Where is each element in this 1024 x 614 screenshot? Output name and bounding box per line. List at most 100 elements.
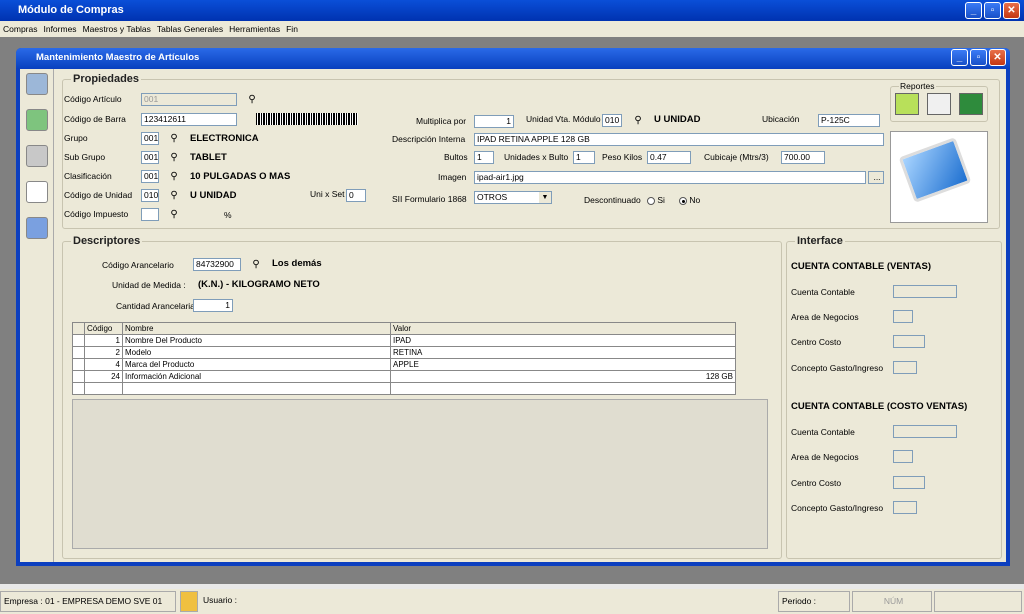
menu-fin[interactable]: Fin — [286, 21, 298, 37]
excel-icon[interactable] — [959, 93, 983, 115]
menu-herramientas[interactable]: Herramientas — [229, 21, 280, 37]
radio-si[interactable] — [647, 196, 655, 205]
cell-codigo[interactable]: 24 — [84, 370, 123, 383]
ventas-cuenta-input[interactable] — [893, 285, 957, 298]
column-header-codigo[interactable]: Código — [84, 322, 123, 335]
binoculars-icon[interactable]: ⚲ — [166, 151, 182, 164]
costo-area-input[interactable] — [893, 450, 913, 463]
dialog-minimize-button[interactable]: _ — [951, 49, 968, 66]
cell-codigo[interactable]: 1 — [84, 334, 123, 347]
peso-input[interactable]: 0.47 — [647, 151, 691, 164]
costo-concepto-input[interactable] — [893, 501, 917, 514]
unidad-vta-code-input[interactable]: 010 — [602, 114, 622, 127]
print-icon[interactable] — [26, 145, 48, 167]
table-row[interactable]: 24 Información Adicional 128 GB — [72, 370, 736, 383]
desc-interna-input[interactable]: IPAD RETINA APPLE 128 GB — [474, 133, 884, 146]
articulos-dialog: Mantenimiento Maestro de Artículos _ ▫ ✕… — [16, 48, 1010, 566]
table-row[interactable]: 4 Marca del Producto APPLE — [72, 358, 736, 371]
cell-valor[interactable]: RETINA — [390, 346, 736, 359]
arancelario-input[interactable]: 84732900 — [193, 258, 241, 271]
uni-set-input[interactable]: 0 — [346, 189, 366, 202]
grupo-code-input[interactable]: 001 — [141, 132, 159, 145]
ventas-area-input[interactable] — [893, 310, 913, 323]
ventas-centro-label: Centro Costo — [791, 337, 842, 347]
close-button[interactable]: ✕ — [1003, 2, 1020, 19]
clasificacion-label: Clasificación — [64, 171, 112, 181]
maximize-button[interactable]: ▫ — [984, 2, 1001, 19]
table-row[interactable]: 2 Modelo RETINA — [72, 346, 736, 359]
bultos-input[interactable]: 1 — [474, 151, 494, 164]
cubicaje-input[interactable]: 700.00 — [781, 151, 825, 164]
cell-nombre[interactable]: Marca del Producto — [122, 358, 391, 371]
minimize-button[interactable]: _ — [965, 2, 982, 19]
radio-no[interactable] — [679, 196, 687, 205]
ubicacion-input[interactable]: P-125C — [818, 114, 880, 127]
cell-valor[interactable]: 128 GB — [390, 370, 736, 383]
sii-select[interactable]: OTROS ▼ — [474, 191, 552, 204]
cell-codigo[interactable]: 2 — [84, 346, 123, 359]
cell-nombre[interactable]: Nombre Del Producto — [122, 334, 391, 347]
dialog-title: Mantenimiento Maestro de Artículos _ ▫ ✕ — [16, 48, 1010, 68]
exit-icon[interactable] — [26, 217, 48, 239]
menu-informes[interactable]: Informes — [43, 21, 76, 37]
binoculars-icon[interactable]: ⚲ — [166, 132, 182, 145]
status-periodo: Periodo : — [778, 591, 850, 612]
table-row[interactable]: 1 Nombre Del Producto IPAD — [72, 334, 736, 347]
ventas-area-label: Area de Negocios — [791, 312, 859, 322]
row-selector[interactable] — [72, 370, 85, 383]
cell-nombre[interactable] — [122, 382, 391, 395]
codigo-barra-input[interactable]: 123412611 — [141, 113, 237, 126]
binoculars-icon[interactable]: ⚲ — [630, 114, 646, 127]
dialog-title-text: Mantenimiento Maestro de Artículos — [36, 52, 200, 63]
descontinuado-si[interactable]: Si — [647, 195, 665, 205]
descontinuado-no[interactable]: No — [679, 195, 700, 205]
subgrupo-name: TABLET — [190, 152, 227, 163]
costo-centro-input[interactable] — [893, 476, 925, 489]
cell-valor[interactable]: APPLE — [390, 358, 736, 371]
column-header-valor[interactable]: Valor — [390, 322, 736, 335]
table-row-empty[interactable] — [72, 382, 736, 395]
ventas-concepto-input[interactable] — [893, 361, 917, 374]
cell-nombre[interactable]: Información Adicional — [122, 370, 391, 383]
codigo-unidad-input[interactable]: 010 — [141, 189, 159, 202]
column-header-nombre[interactable]: Nombre — [122, 322, 391, 335]
row-selector[interactable] — [72, 358, 85, 371]
recycle-icon[interactable] — [26, 109, 48, 131]
dialog-maximize-button[interactable]: ▫ — [970, 49, 987, 66]
menu-maestros[interactable]: Maestros y Tablas — [83, 21, 151, 37]
menu-tablas[interactable]: Tablas Generales — [157, 21, 223, 37]
radio-no-label: No — [689, 195, 701, 205]
unid-bulto-input[interactable]: 1 — [573, 151, 595, 164]
binoculars-icon[interactable]: ⚲ — [244, 93, 260, 106]
save-icon[interactable] — [26, 73, 48, 95]
binoculars-icon[interactable]: ⚲ — [166, 189, 182, 202]
codigo-impuesto-label: Código Impuesto — [64, 209, 129, 219]
cell-codigo[interactable]: 4 — [84, 358, 123, 371]
menu-compras[interactable]: Compras — [3, 21, 37, 37]
cell-valor[interactable]: IPAD — [390, 334, 736, 347]
report-list-icon[interactable] — [895, 93, 919, 115]
binoculars-icon[interactable]: ⚲ — [166, 170, 182, 183]
codigo-articulo-input[interactable]: 001 — [141, 93, 237, 106]
codigo-impuesto-input[interactable] — [141, 208, 159, 221]
costo-cuenta-input[interactable] — [893, 425, 957, 438]
report-document-icon[interactable] — [927, 93, 951, 115]
imagen-input[interactable]: ipad-air1.jpg — [474, 171, 866, 184]
cantidad-input[interactable]: 1 — [193, 299, 233, 312]
clasificacion-code-input[interactable]: 001 — [141, 170, 159, 183]
binoculars-icon[interactable]: ⚲ — [248, 258, 264, 271]
cell-nombre[interactable]: Modelo — [122, 346, 391, 359]
row-selector[interactable] — [72, 334, 85, 347]
row-selector[interactable] — [72, 346, 85, 359]
browse-image-button[interactable]: ... — [868, 171, 884, 184]
ventas-title: CUENTA CONTABLE (VENTAS) — [791, 261, 932, 272]
row-selector[interactable] — [72, 382, 85, 395]
cell-codigo[interactable] — [84, 382, 123, 395]
ventas-centro-input[interactable] — [893, 335, 925, 348]
subgrupo-code-input[interactable]: 001 — [141, 151, 159, 164]
dialog-close-button[interactable]: ✕ — [989, 49, 1006, 66]
binoculars-icon[interactable]: ⚲ — [166, 208, 182, 221]
cell-valor[interactable] — [390, 382, 736, 395]
new-document-icon[interactable] — [26, 181, 48, 203]
multiplica-input[interactable]: 1 — [474, 115, 514, 128]
